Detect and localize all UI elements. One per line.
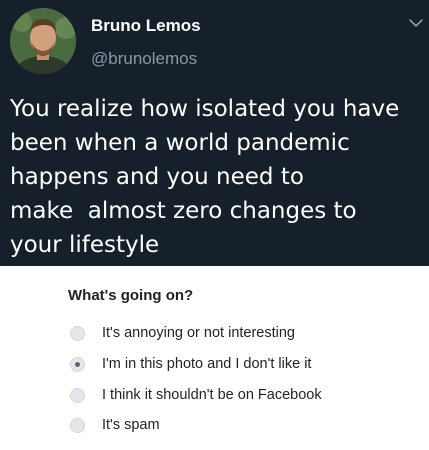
radio-button[interactable] bbox=[70, 417, 85, 433]
report-option-spam[interactable]: It's spam bbox=[70, 415, 160, 435]
tweet-text: You realize how isolated you have been w… bbox=[10, 96, 400, 258]
option-label: I think it shouldn't be on Facebook bbox=[102, 387, 322, 403]
report-option-in-photo[interactable]: I'm in this photo and I don't like it bbox=[70, 354, 311, 374]
report-option-annoying[interactable]: It's annoying or not interesting bbox=[70, 323, 295, 343]
radio-button-selected[interactable] bbox=[70, 356, 85, 372]
radio-button[interactable] bbox=[70, 387, 85, 403]
tweet-card: Bruno Lemos @brunolemos You realize how … bbox=[0, 0, 429, 266]
author-name[interactable]: Bruno Lemos bbox=[91, 16, 201, 36]
option-label: I'm in this photo and I don't like it bbox=[102, 356, 312, 372]
author-handle[interactable]: @brunolemos bbox=[91, 49, 197, 69]
radio-button[interactable] bbox=[70, 325, 85, 341]
report-form: What's going on? It's annoying or not in… bbox=[0, 266, 429, 450]
form-title: What's going on? bbox=[68, 287, 194, 304]
option-label: It's annoying or not interesting bbox=[102, 325, 295, 341]
option-label: It's spam bbox=[102, 417, 160, 433]
chevron-down-icon[interactable] bbox=[407, 14, 425, 32]
profile-photo-icon bbox=[10, 8, 76, 74]
report-option-not-on-facebook[interactable]: I think it shouldn't be on Facebook bbox=[70, 385, 322, 405]
avatar[interactable] bbox=[10, 8, 76, 74]
